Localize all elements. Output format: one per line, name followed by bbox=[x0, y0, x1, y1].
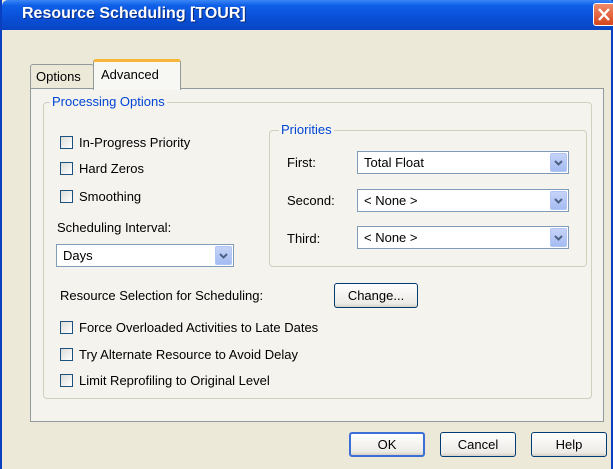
chevron-down-icon bbox=[554, 198, 563, 204]
limit-reprofiling-label: Limit Reprofiling to Original Level bbox=[79, 373, 270, 388]
first-priority-value: Total Float bbox=[364, 155, 424, 170]
second-priority-select[interactable]: < None > bbox=[357, 189, 569, 212]
third-priority-select[interactable]: < None > bbox=[357, 226, 569, 249]
second-priority-dropdown-button[interactable] bbox=[550, 191, 567, 210]
priorities-legend: Priorities bbox=[279, 122, 334, 137]
ok-button[interactable]: OK bbox=[349, 432, 425, 457]
scheduling-interval-value: Days bbox=[63, 248, 93, 263]
limit-reprofiling-checkbox[interactable] bbox=[60, 374, 73, 387]
tab-advanced[interactable]: Advanced bbox=[93, 59, 181, 90]
chevron-down-icon bbox=[554, 235, 563, 241]
hard-zeros-checkbox[interactable] bbox=[60, 162, 73, 175]
third-priority-dropdown-button[interactable] bbox=[550, 228, 567, 247]
chevron-down-icon bbox=[219, 253, 228, 259]
first-priority-dropdown-button[interactable] bbox=[550, 153, 567, 172]
resource-scheduling-dialog: Resource Scheduling [TOUR] Options Advan… bbox=[0, 0, 613, 469]
hard-zeros-label: Hard Zeros bbox=[79, 161, 145, 176]
try-alternate-label: Try Alternate Resource to Avoid Delay bbox=[79, 347, 298, 362]
resource-selection-label: Resource Selection for Scheduling: bbox=[60, 288, 264, 303]
cancel-button[interactable]: Cancel bbox=[440, 432, 516, 457]
second-priority-label: Second: bbox=[287, 193, 335, 208]
third-priority-value: < None > bbox=[364, 230, 418, 245]
tab-options-label: Options bbox=[36, 69, 81, 84]
window-title: Resource Scheduling [TOUR] bbox=[22, 5, 246, 22]
close-icon bbox=[598, 8, 610, 21]
first-priority-label: First: bbox=[287, 155, 316, 170]
smoothing-label: Smoothing bbox=[79, 189, 142, 204]
smoothing-checkbox[interactable] bbox=[60, 190, 73, 203]
in-progress-priority-checkbox[interactable] bbox=[60, 136, 73, 149]
processing-options-legend: Processing Options bbox=[50, 94, 167, 109]
help-button[interactable]: Help bbox=[531, 432, 607, 457]
tab-options[interactable]: Options bbox=[30, 64, 94, 88]
force-overloaded-checkbox[interactable] bbox=[60, 321, 73, 334]
scheduling-interval-select[interactable]: Days bbox=[56, 244, 234, 267]
scheduling-interval-label: Scheduling Interval: bbox=[57, 220, 172, 235]
scheduling-interval-dropdown-button[interactable] bbox=[215, 246, 232, 265]
try-alternate-checkbox[interactable] bbox=[60, 348, 73, 361]
force-overloaded-label: Force Overloaded Activities to Late Date… bbox=[79, 320, 319, 335]
advanced-panel: Processing Options In-Progress Priority … bbox=[30, 88, 604, 422]
in-progress-priority-label: In-Progress Priority bbox=[79, 135, 191, 150]
first-priority-select[interactable]: Total Float bbox=[357, 151, 569, 174]
close-button[interactable] bbox=[593, 3, 613, 26]
third-priority-label: Third: bbox=[287, 231, 321, 246]
tab-advanced-label: Advanced bbox=[101, 67, 159, 82]
second-priority-value: < None > bbox=[364, 193, 418, 208]
title-bar[interactable]: Resource Scheduling [TOUR] bbox=[2, 0, 613, 30]
chevron-down-icon bbox=[554, 160, 563, 166]
change-button[interactable]: Change... bbox=[334, 283, 418, 308]
